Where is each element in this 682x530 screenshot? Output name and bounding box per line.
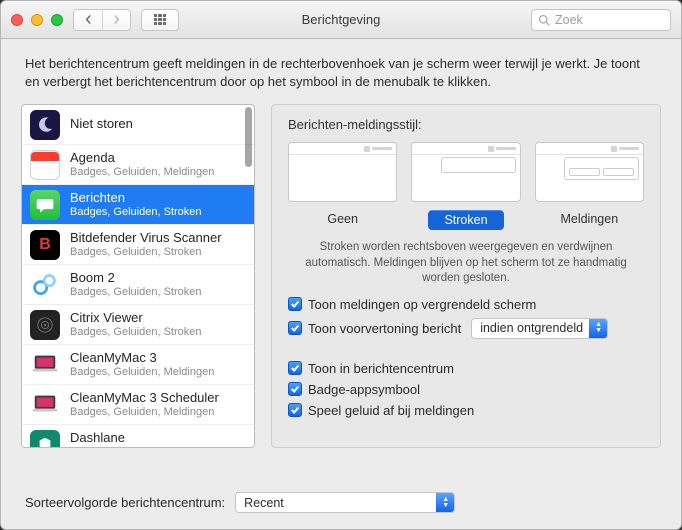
preview-select-value: indien ontgrendeld bbox=[480, 321, 583, 335]
nav-back-forward bbox=[73, 9, 131, 31]
item-title: Dashlane bbox=[70, 431, 201, 446]
item-sub: Badges, Geluiden, Stroken bbox=[70, 286, 201, 299]
check-lockscreen[interactable] bbox=[288, 297, 302, 311]
item-title: Agenda bbox=[70, 151, 214, 166]
scrollbar-thumb[interactable] bbox=[245, 107, 252, 167]
check-sound-label: Speel geluid af bij meldingen bbox=[308, 403, 474, 418]
check-center-row: Toon in berichtencentrum bbox=[288, 361, 644, 376]
forward-button[interactable] bbox=[102, 10, 130, 30]
style-thumb-alert bbox=[535, 142, 644, 202]
style-label-alert: Meldingen bbox=[548, 210, 630, 228]
check-sound[interactable] bbox=[288, 403, 302, 417]
check-badge[interactable] bbox=[288, 382, 302, 396]
item-sub: Badges, Geluiden, Meldingen bbox=[70, 166, 214, 179]
titlebar: Berichtgeving Zoek bbox=[1, 1, 681, 39]
sort-select-value: Recent bbox=[244, 496, 430, 510]
item-sub: Badges, Geluiden, Meldingen bbox=[70, 406, 219, 419]
list-item-dashlane[interactable]: Dashlane Badges, Geluiden, Stroken bbox=[22, 425, 254, 447]
preferences-window: Berichtgeving Zoek Het berichtencentrum … bbox=[0, 0, 682, 530]
list-item-cleanmymac-scheduler[interactable]: CleanMyMac 3 Scheduler Badges, Geluiden,… bbox=[22, 385, 254, 425]
search-icon bbox=[538, 14, 550, 26]
item-sub: Badges, Geluiden, Stroken bbox=[70, 246, 222, 259]
style-label-banner: Stroken bbox=[428, 210, 503, 230]
bottom-row: Sorteervolgorde berichtencentrum: Recent… bbox=[1, 478, 681, 529]
item-title: CleanMyMac 3 Scheduler bbox=[70, 391, 219, 406]
dashlane-icon bbox=[30, 430, 60, 447]
style-option-alert[interactable]: Meldingen bbox=[535, 142, 644, 230]
check-icon bbox=[290, 323, 300, 333]
back-button[interactable] bbox=[74, 10, 102, 30]
cleanmymac-icon bbox=[30, 390, 60, 420]
check-preview-label: Toon voorvertoning bericht bbox=[308, 321, 461, 336]
preview-select[interactable]: indien ontgrendeld ▲▼ bbox=[471, 318, 608, 339]
check-center-label: Toon in berichtencentrum bbox=[308, 361, 454, 376]
item-title: Niet storen bbox=[70, 117, 133, 132]
bitdefender-icon: B bbox=[30, 230, 60, 260]
moon-icon bbox=[30, 110, 60, 140]
item-title: Berichten bbox=[70, 191, 201, 206]
stepper-arrows-icon: ▲▼ bbox=[436, 493, 454, 512]
description-text: Het berichtencentrum geeft meldingen in … bbox=[1, 39, 681, 104]
list-item-bitdefender[interactable]: B Bitdefender Virus Scanner Badges, Gelu… bbox=[22, 225, 254, 265]
list-item-niet-storen[interactable]: Niet storen bbox=[22, 105, 254, 145]
minimize-window-button[interactable] bbox=[31, 14, 43, 26]
check-icon bbox=[290, 363, 300, 373]
zoom-window-button[interactable] bbox=[51, 14, 63, 26]
chevron-left-icon bbox=[84, 15, 93, 24]
check-badge-label: Badge-appsymbool bbox=[308, 382, 420, 397]
item-sub: Badges, Geluiden, Stroken bbox=[70, 446, 201, 447]
check-badge-row: Badge-appsymbool bbox=[288, 382, 644, 397]
panel-heading: Berichten-meldingsstijl: bbox=[288, 117, 644, 132]
list-item-boom[interactable]: Boom 2 Badges, Geluiden, Stroken bbox=[22, 265, 254, 305]
item-sub: Badges, Geluiden, Stroken bbox=[70, 326, 201, 339]
list-item-cleanmymac[interactable]: CleanMyMac 3 Badges, Geluiden, Meldingen bbox=[22, 345, 254, 385]
stepper-arrows-icon: ▲▼ bbox=[589, 319, 607, 338]
window-title: Berichtgeving bbox=[302, 12, 381, 27]
style-thumb-banner bbox=[411, 142, 520, 202]
messages-icon bbox=[30, 190, 60, 220]
item-title: Citrix Viewer bbox=[70, 311, 201, 326]
app-list-scroll[interactable]: Niet storen 17 Agenda Badges, Geluiden, … bbox=[22, 105, 254, 447]
search-placeholder: Zoek bbox=[555, 13, 583, 27]
show-all-button[interactable] bbox=[141, 9, 179, 31]
settings-panel: Berichten-meldingsstijl: Geen Stroken bbox=[271, 104, 661, 448]
check-icon bbox=[290, 384, 300, 394]
chevron-right-icon bbox=[112, 15, 121, 24]
citrix-icon bbox=[30, 310, 60, 340]
check-icon bbox=[290, 405, 300, 415]
list-item-citrix[interactable]: Citrix Viewer Badges, Geluiden, Stroken bbox=[22, 305, 254, 345]
app-list: Niet storen 17 Agenda Badges, Geluiden, … bbox=[21, 104, 255, 448]
item-sub: Badges, Geluiden, Stroken bbox=[70, 206, 201, 219]
check-preview-row: Toon voorvertoning bericht indien ontgre… bbox=[288, 318, 644, 339]
close-window-button[interactable] bbox=[11, 14, 23, 26]
item-title: CleanMyMac 3 bbox=[70, 351, 214, 366]
style-thumb-none bbox=[288, 142, 397, 202]
cleanmymac-icon bbox=[30, 350, 60, 380]
main-content: Niet storen 17 Agenda Badges, Geluiden, … bbox=[1, 104, 681, 478]
list-item-agenda[interactable]: 17 Agenda Badges, Geluiden, Meldingen bbox=[22, 145, 254, 185]
search-input[interactable]: Zoek bbox=[531, 9, 671, 31]
item-title: Boom 2 bbox=[70, 271, 201, 286]
check-sound-row: Speel geluid af bij meldingen bbox=[288, 403, 644, 418]
boom-icon bbox=[30, 270, 60, 300]
sort-label: Sorteervolgorde berichtencentrum: bbox=[25, 495, 225, 510]
traffic-lights bbox=[11, 14, 63, 26]
calendar-icon: 17 bbox=[30, 150, 60, 180]
style-help-text: Stroken worden rechtsboven weergegeven e… bbox=[288, 240, 644, 287]
item-sub: Badges, Geluiden, Meldingen bbox=[70, 366, 214, 379]
item-title: Bitdefender Virus Scanner bbox=[70, 231, 222, 246]
list-item-berichten[interactable]: Berichten Badges, Geluiden, Stroken bbox=[22, 185, 254, 225]
check-preview[interactable] bbox=[288, 321, 302, 335]
grid-icon bbox=[154, 14, 166, 26]
sort-select[interactable]: Recent ▲▼ bbox=[235, 492, 455, 513]
style-option-none[interactable]: Geen bbox=[288, 142, 397, 230]
alert-style-row: Geen Stroken Meldingen bbox=[288, 142, 644, 230]
check-lockscreen-label: Toon meldingen op vergrendeld scherm bbox=[308, 297, 536, 312]
style-option-banner[interactable]: Stroken bbox=[411, 142, 520, 230]
check-icon bbox=[290, 299, 300, 309]
check-lockscreen-row: Toon meldingen op vergrendeld scherm bbox=[288, 297, 644, 312]
style-label-none: Geen bbox=[315, 210, 370, 228]
check-center[interactable] bbox=[288, 361, 302, 375]
